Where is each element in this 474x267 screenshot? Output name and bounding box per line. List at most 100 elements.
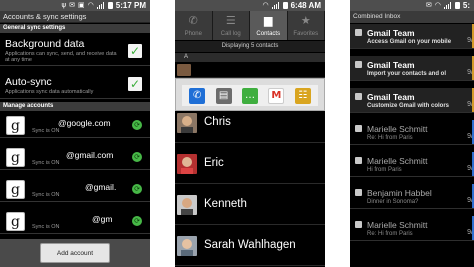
- wifi-icon: ◠: [434, 1, 441, 9]
- message-row[interactable]: Benjamin Habbel Dinner in Sonoma? 9/: [350, 184, 474, 209]
- message-subject: Dinner in Sonoma?: [367, 199, 419, 205]
- tab-phone[interactable]: ✆ Phone: [175, 11, 213, 40]
- gmail-icon[interactable]: M: [268, 87, 285, 104]
- google-account-icon: g: [6, 148, 25, 167]
- auto-sync-setting[interactable]: Auto-sync Applications sync data automat…: [0, 67, 150, 99]
- screen-title: Accounts & sync settings: [0, 11, 150, 23]
- letter-header: A: [175, 53, 325, 62]
- check-icon: ✓: [129, 44, 141, 58]
- sync-status: Sync is ON: [32, 224, 60, 230]
- battery-icon: [107, 2, 113, 9]
- contacts-book-icon[interactable]: ☷: [294, 87, 311, 104]
- message-checkbox[interactable]: [355, 29, 362, 36]
- message-sender: Gmail Team: [367, 60, 415, 70]
- sync-icon: ⟳: [132, 216, 142, 226]
- contacts-icon: ▆: [264, 14, 273, 27]
- phone-call-icon[interactable]: ✆: [189, 87, 206, 104]
- message-row[interactable]: Gmail Team Import your contacts and ol 9…: [350, 56, 474, 81]
- message-sender: Marielle Schmitt: [367, 124, 428, 134]
- contact-photo: [177, 236, 197, 256]
- account-email: @gmail.: [85, 182, 117, 192]
- clock: 6:48 AM: [290, 1, 321, 10]
- combined-inbox-screen: ✉ ◠ 5: Combined Inbox Gmail Team Access …: [350, 0, 474, 267]
- account-row[interactable]: g @gmail. Sync is ON ⟳: [0, 177, 150, 202]
- tab-favorites[interactable]: ★ Favorites: [287, 11, 325, 40]
- wifi-icon: ◠: [87, 1, 94, 9]
- account-row[interactable]: g @gmail.com Sync is ON ⟳: [0, 145, 150, 170]
- account-email: @gmail.com: [66, 150, 114, 160]
- sms-icon[interactable]: …: [241, 87, 258, 104]
- background-data-checkbox[interactable]: ✓: [128, 44, 142, 58]
- message-subject: Re: Hi from Paris: [367, 231, 413, 237]
- status-bar: ◠ 6:48 AM: [175, 0, 325, 11]
- contact-card-icon[interactable]: ▤: [215, 87, 232, 104]
- message-sender: Gmail Team: [367, 28, 415, 38]
- check-icon: ✓: [129, 77, 141, 91]
- bottom-bar: Add account: [0, 239, 150, 267]
- signal-icon: [96, 2, 105, 9]
- sd-card-icon: ▣: [78, 1, 85, 9]
- auto-sync-checkbox[interactable]: ✓: [128, 77, 142, 91]
- background-data-desc: Applications can sync, send, and receive…: [5, 51, 117, 63]
- message-checkbox[interactable]: [355, 61, 362, 68]
- signal-icon: [271, 2, 280, 9]
- message-subject: Customize Gmail with colors: [367, 103, 450, 109]
- account-row[interactable]: g @gm Sync is ON ⟳: [0, 209, 150, 234]
- background-data-setting[interactable]: Background data Applications can sync, s…: [0, 34, 150, 66]
- mail-notification-icon: ✉: [69, 1, 76, 9]
- account-row[interactable]: g @google.com Sync is ON ⟳: [0, 113, 150, 138]
- status-bar: ✉ ◠ 5:: [350, 0, 474, 11]
- contact-photo: [177, 64, 191, 76]
- accounts-sync-screen: ψ ✉ ▣ ◠ 5:17 PM Accounts & sync settings…: [0, 0, 150, 267]
- add-account-button[interactable]: Add account: [40, 243, 110, 263]
- message-checkbox[interactable]: [355, 93, 362, 100]
- sync-icon: ⟳: [132, 152, 142, 162]
- sync-status: Sync is ON: [32, 128, 60, 134]
- auto-sync-title: Auto-sync: [5, 76, 52, 88]
- star-icon: ★: [300, 14, 311, 27]
- message-row[interactable]: Marielle Schmitt Hi from Paris 9/: [350, 152, 474, 177]
- list-item[interactable]: Kenneth: [175, 185, 325, 225]
- message-row[interactable]: Marielle Schmitt Re: Hi from Paris 9/: [350, 216, 474, 241]
- sync-icon: ⟳: [132, 184, 142, 194]
- contact-photo: [177, 154, 197, 174]
- message-checkbox[interactable]: [355, 189, 362, 196]
- auto-sync-desc: Applications sync data automatically: [5, 89, 94, 95]
- message-row[interactable]: Gmail Team Access Gmail on your mobile 9…: [350, 24, 474, 49]
- usb-icon: ψ: [61, 1, 67, 9]
- inbox-title: Combined Inbox: [350, 11, 474, 23]
- google-account-icon: g: [6, 116, 25, 135]
- sync-icon: ⟳: [132, 120, 142, 130]
- call-log-icon: ☰: [225, 14, 236, 27]
- message-checkbox[interactable]: [355, 221, 362, 228]
- list-item[interactable]: Chris: [175, 103, 325, 143]
- list-item[interactable]: [175, 62, 325, 78]
- sync-status: Sync is ON: [32, 192, 60, 198]
- contact-photo: [177, 195, 197, 215]
- message-sender: Gmail Team: [367, 92, 415, 102]
- contacts-screen: ◠ 6:48 AM ✆ Phone ☰ Call log ▆ Contacts …: [175, 0, 325, 267]
- phone-icon: ✆: [188, 14, 198, 27]
- contact-name: Kenneth: [204, 198, 247, 210]
- list-item[interactable]: Sarah Wahlhagen: [175, 226, 325, 266]
- message-sender: Marielle Schmitt: [367, 156, 428, 166]
- dialer-tabs: ✆ Phone ☰ Call log ▆ Contacts ★ Favorite…: [175, 11, 325, 40]
- manage-accounts-header: Manage accounts: [0, 102, 150, 111]
- account-email: @google.com: [58, 118, 111, 128]
- message-sender: Benjamin Habbel: [367, 188, 432, 198]
- message-subject: Hi from Paris: [367, 167, 402, 173]
- contact-name: Chris: [204, 116, 231, 128]
- tab-contacts[interactable]: ▆ Contacts: [250, 11, 288, 40]
- wifi-icon: ◠: [262, 1, 269, 9]
- list-item[interactable]: Eric: [175, 144, 325, 184]
- google-account-icon: g: [6, 212, 25, 231]
- message-checkbox[interactable]: [355, 125, 362, 132]
- clock: 5:: [462, 1, 470, 10]
- message-checkbox[interactable]: [355, 157, 362, 164]
- battery-icon: [454, 2, 460, 9]
- tab-call-log[interactable]: ☰ Call log: [212, 11, 250, 40]
- message-sender: Marielle Schmitt: [367, 220, 428, 230]
- message-row[interactable]: Marielle Schmitt Re: Hi from Paris 9/: [350, 120, 474, 145]
- message-row[interactable]: Gmail Team Customize Gmail with colors 9…: [350, 88, 474, 113]
- message-subject: Re: Hi from Paris: [367, 135, 413, 141]
